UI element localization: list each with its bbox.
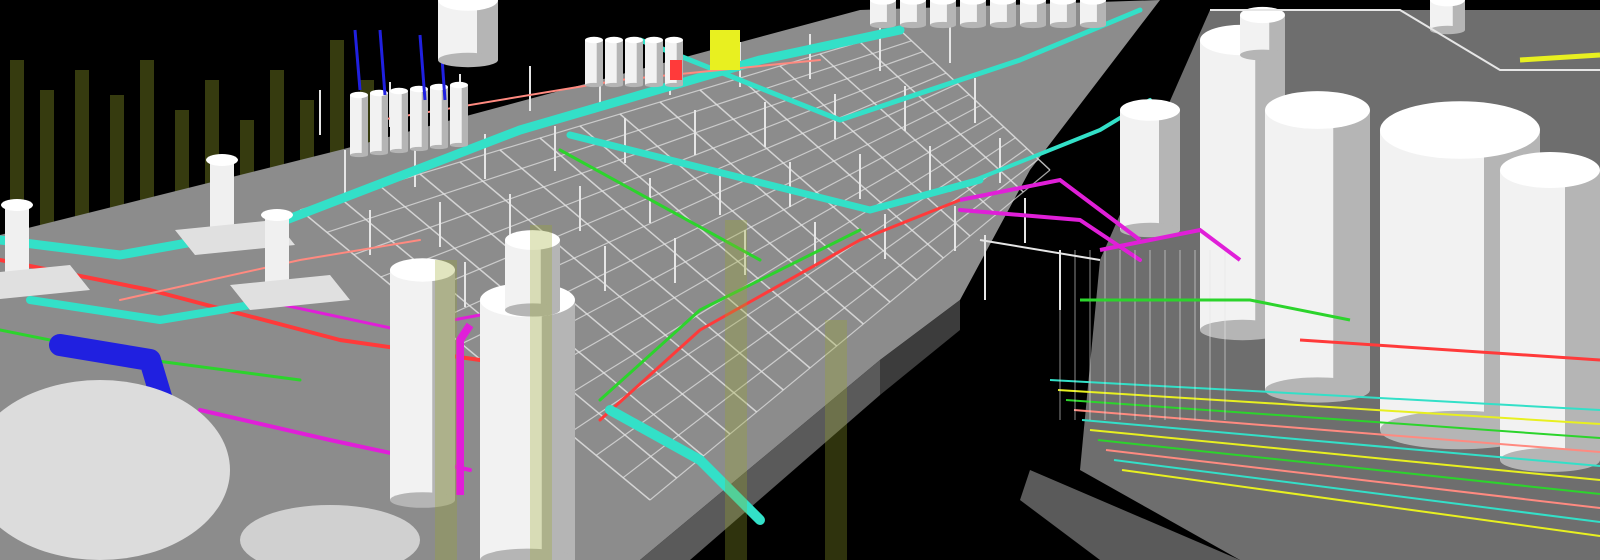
tank-top [625,36,643,44]
right-tank-g [1430,0,1465,35]
far-tank [625,36,643,88]
red-vessel [670,60,682,80]
tank-bottom [625,82,643,88]
tank-shade [616,40,623,85]
far-tank [645,36,663,88]
tank-bottom [645,82,663,88]
small-tank [450,81,468,148]
tank-shade [461,85,468,145]
far-silo [1080,0,1106,29]
plant-model-canvas [0,0,1600,560]
tank-top [1265,91,1370,129]
tank-bottom [410,146,428,152]
tank-bottom [930,21,956,29]
tank-shade [596,40,603,85]
yellow-vessel [710,30,740,70]
tank-top [350,91,368,99]
far-silo [930,0,956,29]
tank-bottom [1050,21,1076,29]
far-silo [900,0,926,29]
far-silo [1050,0,1076,29]
tank-top [585,36,603,44]
tank-shade [401,91,408,151]
tank-bottom [960,21,986,29]
tank-shade [656,40,663,85]
far-silo [990,0,1016,29]
tank-bottom [1265,377,1370,403]
tank-top [665,36,683,44]
tank-bottom [870,21,896,29]
far-silo [870,0,896,29]
ghost-column-fg [725,220,747,560]
tank-top [1380,101,1540,159]
tank-bottom [665,82,683,88]
tank-tall-b [480,282,575,560]
tank-top [450,81,468,89]
ghost-column-fg [530,225,552,560]
tank-shade [636,40,643,85]
tank-bottom [350,152,368,158]
right-tank-c [1265,91,1370,403]
vent-cap [1,199,33,211]
vent-pipe [265,215,289,285]
tank-bottom [990,21,1016,29]
far-silo [960,0,986,29]
tank-shade [381,93,388,153]
right-tank-a [1120,99,1180,238]
tank-bottom [605,82,623,88]
tank-bottom [1240,49,1285,61]
far-tank [605,36,623,88]
tank-top [390,87,408,95]
tank-bottom [900,21,926,29]
tank-shade [1333,110,1370,390]
tank-bottom [585,82,603,88]
vent-pipe [210,160,234,230]
plant-3d-render [0,0,1600,560]
vent-cap [206,154,238,166]
far-silo [1020,0,1046,29]
tank-top [645,36,663,44]
tank-bottom [430,144,448,150]
tank-bottom [1080,21,1106,29]
vent-cap [261,209,293,221]
small-tank [390,87,408,154]
small-tank [370,89,388,156]
ghost-column-fg [825,320,847,560]
tank-top [1120,99,1180,121]
far-tank [585,36,603,88]
tank-top [1500,152,1600,188]
tower-top [438,0,498,68]
vent-pipe [5,205,29,275]
tank-shade [361,95,368,155]
tank-bottom [390,148,408,154]
tank-bottom [370,150,388,156]
tank-bottom [1020,21,1046,29]
small-tank [350,91,368,158]
tower [438,0,498,68]
tank-bottom [438,52,498,68]
right-tank-f [1240,6,1285,61]
tank-shade [1565,170,1600,460]
tank-bottom [450,142,468,148]
tank-shade [1159,110,1180,230]
ghost-column-fg [435,260,457,560]
tank-top [605,36,623,44]
